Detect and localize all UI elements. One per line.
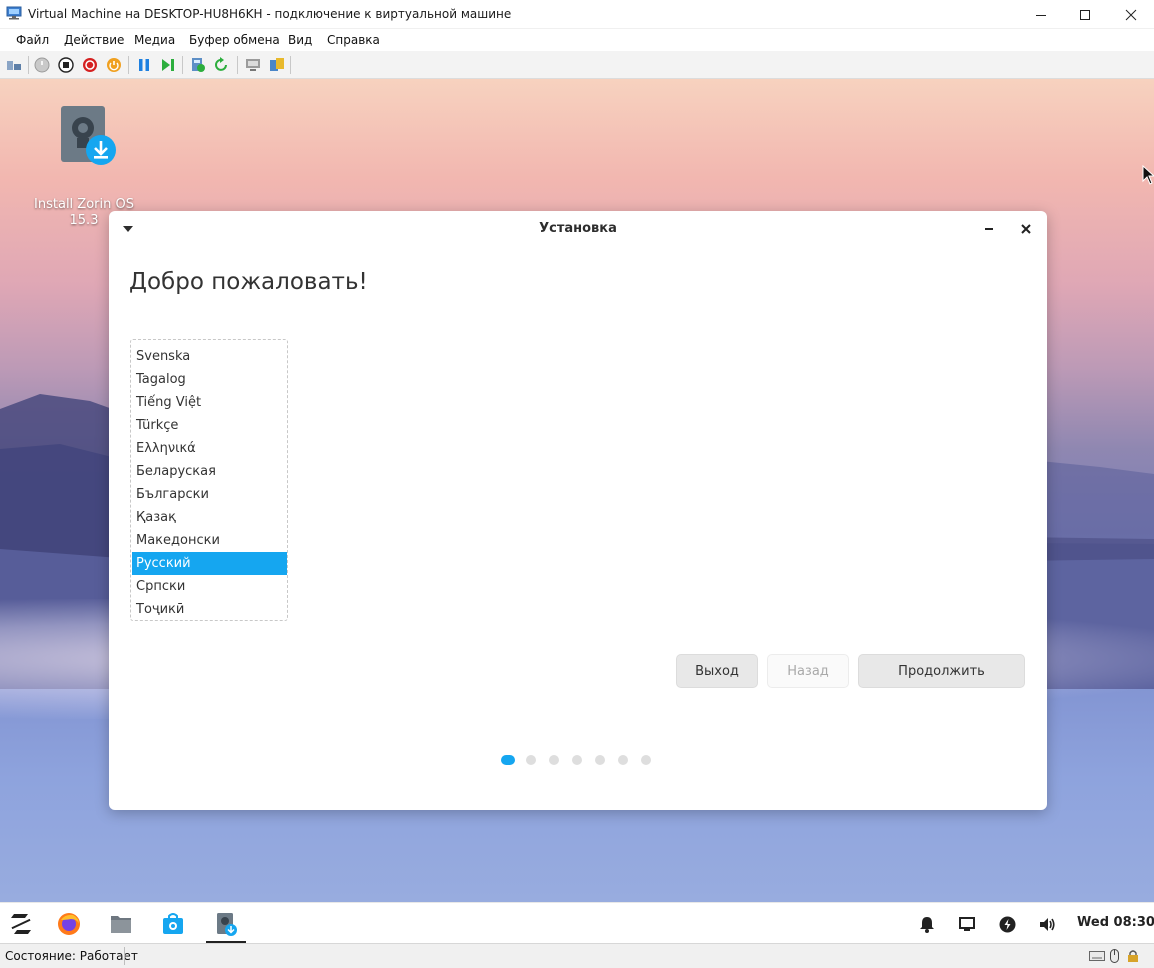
- turn-off-icon: [58, 57, 74, 73]
- display-icon: [959, 917, 975, 931]
- installer-disk-icon: [61, 106, 116, 165]
- installer-taskbar-button[interactable]: [213, 911, 239, 937]
- language-item[interactable]: Български: [132, 483, 287, 506]
- checkpoint-button[interactable]: [189, 56, 207, 74]
- host-status-bar: Состояние: Работает: [0, 943, 1154, 968]
- menu-action[interactable]: Действие: [64, 33, 124, 47]
- display-button[interactable]: [954, 911, 980, 937]
- language-item[interactable]: Српски: [132, 575, 287, 598]
- welcome-heading: Добро пожаловать!: [129, 269, 368, 295]
- mouse-cursor-icon: [1142, 165, 1154, 185]
- status-separator: [124, 947, 125, 965]
- continue-button[interactable]: Продолжить: [858, 654, 1025, 688]
- language-item[interactable]: Қазақ: [132, 506, 287, 529]
- power-button[interactable]: [994, 911, 1020, 937]
- ctrl-alt-del-icon: [7, 61, 21, 70]
- host-toolbar: [0, 51, 1154, 79]
- dialog-title: Установка: [539, 221, 617, 236]
- revert-button[interactable]: [213, 56, 231, 74]
- host-window-title: Virtual Machine на DESKTOP-HU8H6KH - под…: [28, 7, 512, 21]
- step-dot: [572, 755, 582, 765]
- shutdown-icon: [83, 58, 97, 72]
- firefox-button[interactable]: [56, 911, 82, 937]
- dialog-minimize-button[interactable]: [981, 221, 997, 237]
- language-item[interactable]: Беларуская: [132, 460, 287, 483]
- save-button[interactable]: [105, 56, 123, 74]
- notifications-button[interactable]: [914, 911, 940, 937]
- close-icon: [1125, 9, 1137, 20]
- menu-help[interactable]: Справка: [327, 33, 380, 47]
- host-minimize-button[interactable]: [1018, 0, 1064, 29]
- start-icon: [34, 57, 50, 73]
- installer-dialog: Установка Добро пожаловать! Svenska Taga…: [109, 211, 1047, 810]
- pause-button[interactable]: [135, 56, 153, 74]
- software-store-button[interactable]: [160, 911, 186, 937]
- language-item[interactable]: Тоҷикӣ: [132, 598, 287, 620]
- maximize-icon: [1080, 9, 1090, 20]
- host-close-button[interactable]: [1108, 0, 1154, 29]
- step-dot-active: [501, 755, 515, 765]
- language-item-selected[interactable]: Русский: [132, 552, 287, 575]
- step-dot: [595, 755, 605, 765]
- checkpoint-icon: [192, 58, 205, 72]
- zorin-menu-icon: [11, 914, 31, 934]
- minimize-icon: [1036, 14, 1046, 16]
- zorin-menu-button[interactable]: [8, 911, 34, 937]
- language-item[interactable]: Türkçe: [132, 414, 287, 437]
- menu-clipboard[interactable]: Буфер обмена: [189, 33, 280, 47]
- step-dot: [641, 755, 651, 765]
- menu-view[interactable]: Вид: [288, 33, 312, 47]
- taskbar-clock[interactable]: Wed 08:30: [1077, 915, 1154, 930]
- turn-off-button[interactable]: [57, 56, 75, 74]
- notifications-icon: [920, 916, 934, 933]
- share-icon: [270, 58, 284, 71]
- guest-taskbar: Wed 08:30: [0, 902, 1154, 944]
- files-button[interactable]: [108, 911, 134, 937]
- power-icon: [999, 916, 1015, 932]
- host-maximize-button[interactable]: [1062, 0, 1108, 29]
- files-icon: [111, 916, 131, 933]
- hyperv-vm-icon: [6, 6, 22, 20]
- shutdown-button[interactable]: [81, 56, 99, 74]
- language-item[interactable]: Ελληνικά: [132, 437, 287, 460]
- dialog-close-button[interactable]: [1018, 221, 1034, 237]
- lock-icon: [1128, 950, 1138, 962]
- keyboard-icon: [1089, 951, 1105, 961]
- start-button[interactable]: [33, 56, 51, 74]
- close-icon: [1021, 224, 1031, 234]
- host-menu-bar: Файл Действие Медиа Буфер обмена Вид Спр…: [0, 29, 1154, 51]
- enhanced-session-icon: [246, 59, 260, 71]
- installer-icon: [217, 913, 237, 936]
- pause-icon: [139, 59, 149, 71]
- desktop-icon-install-zorin[interactable]: Install Zorin OS 15.3: [30, 104, 138, 228]
- language-item[interactable]: Svenska: [132, 345, 287, 368]
- language-item[interactable]: Tagalog: [132, 368, 287, 391]
- minimize-icon: [985, 228, 993, 230]
- language-item[interactable]: Македонски: [132, 529, 287, 552]
- revert-icon: [215, 57, 227, 71]
- menu-file[interactable]: Файл: [16, 33, 49, 47]
- firefox-icon: [58, 913, 80, 935]
- step-dot: [618, 755, 628, 765]
- back-button[interactable]: Назад: [767, 654, 849, 688]
- reset-button[interactable]: [159, 56, 177, 74]
- step-dot: [549, 755, 559, 765]
- volume-button[interactable]: [1034, 911, 1060, 937]
- reset-icon: [162, 59, 174, 71]
- ctrl-alt-del-button[interactable]: [5, 56, 23, 74]
- language-list[interactable]: Svenska Tagalog Tiếng Việt Türkçe Ελληνι…: [130, 339, 288, 621]
- mouse-icon: [1110, 949, 1119, 963]
- step-dot: [526, 755, 536, 765]
- vm-status-text: Состояние: Работает: [5, 949, 138, 963]
- volume-icon: [1039, 917, 1055, 931]
- save-icon: [107, 58, 121, 72]
- enhanced-session-button[interactable]: [244, 56, 262, 74]
- quit-button[interactable]: Выход: [676, 654, 758, 688]
- language-item[interactable]: Tiếng Việt: [132, 391, 287, 414]
- software-store-icon: [163, 913, 183, 934]
- share-button[interactable]: [268, 56, 286, 74]
- host-title-bar: Virtual Machine на DESKTOP-HU8H6KH - под…: [0, 0, 1154, 29]
- menu-media[interactable]: Медиа: [134, 33, 175, 47]
